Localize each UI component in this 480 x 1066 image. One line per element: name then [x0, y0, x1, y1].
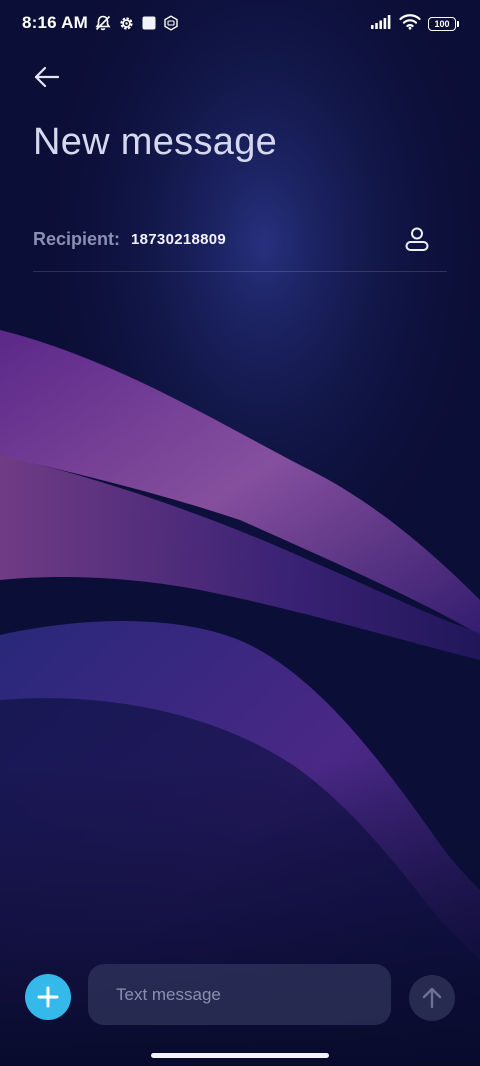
- square-notification-icon: [141, 15, 157, 31]
- send-button[interactable]: [409, 975, 455, 1021]
- battery-icon: 100: [428, 17, 459, 31]
- plus-icon: [37, 986, 59, 1008]
- battery-level: 100: [434, 19, 450, 29]
- contact-picker-button[interactable]: [401, 223, 433, 255]
- message-box[interactable]: [88, 964, 391, 1025]
- arrow-left-icon: [34, 66, 60, 88]
- message-input[interactable]: [88, 964, 391, 1025]
- signal-icon: [370, 14, 392, 35]
- status-left: 8:16 AM: [22, 13, 179, 33]
- add-attachment-button[interactable]: [25, 974, 71, 1020]
- mi-badge-icon: [163, 15, 179, 31]
- recipient-field[interactable]: Recipient: 18730218809: [33, 215, 447, 272]
- wifi-icon: [399, 13, 421, 35]
- arrow-up-icon: [422, 987, 442, 1009]
- bell-off-icon: [94, 14, 112, 32]
- page-title: New message: [33, 121, 278, 163]
- gear-icon: [118, 15, 135, 32]
- person-icon: [405, 227, 429, 251]
- back-button[interactable]: [28, 60, 64, 94]
- home-indicator[interactable]: [151, 1053, 329, 1058]
- status-bar: 8:16 AM 100: [0, 0, 480, 48]
- recipient-number[interactable]: 18730218809: [131, 231, 226, 248]
- status-time: 8:16 AM: [22, 13, 88, 32]
- recipient-label: Recipient:: [33, 229, 121, 249]
- new-message-screen: 8:16 AM 100 New message Recipient: 18730…: [0, 0, 480, 1066]
- status-right: 100: [370, 13, 459, 35]
